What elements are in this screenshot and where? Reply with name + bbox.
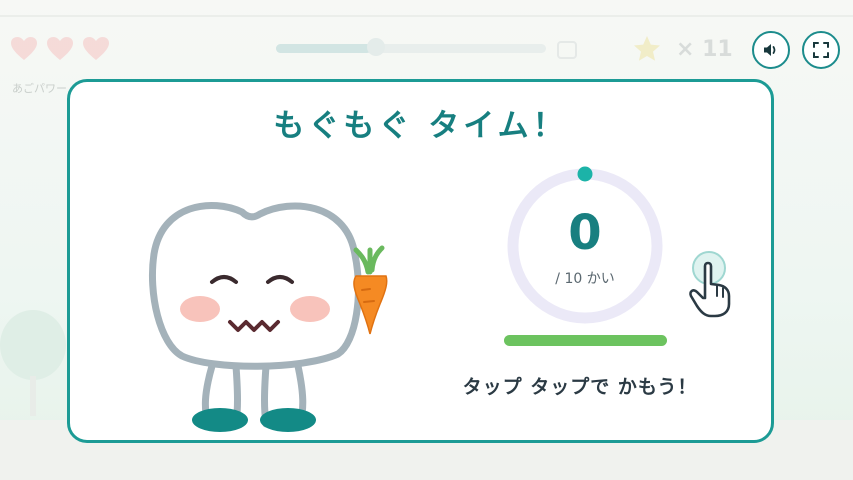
chew-time-modal: もぐもぐ タイム！ 0 / 10 かい タップ タップで かもう！	[67, 79, 774, 443]
energy-bar	[504, 335, 667, 346]
tooth-right-foot	[260, 408, 316, 432]
tooth-right-cheek	[290, 296, 330, 322]
chew-goal: / 10 かい	[555, 271, 615, 287]
star-count-value: × 11	[676, 36, 733, 62]
tooth-character	[148, 202, 388, 432]
tap-hand-icon[interactable]	[683, 250, 741, 320]
goal-flag-icon	[557, 41, 577, 59]
sound-button[interactable]	[752, 31, 790, 69]
heart-icon	[83, 37, 109, 60]
background-tree	[0, 310, 66, 380]
energy-bar-fill	[504, 335, 667, 346]
power-label: あごパワー	[12, 82, 67, 95]
chew-count: 0	[568, 205, 602, 261]
star-icon	[634, 36, 660, 61]
modal-title: もぐもぐ タイム！	[273, 108, 568, 144]
heart-icon	[11, 37, 37, 60]
lives-hearts	[10, 36, 110, 62]
level-progress-fill	[276, 44, 371, 53]
background-tree-trunk	[30, 376, 36, 416]
star-counter: × 11	[632, 34, 733, 64]
ring-progress-dot	[577, 166, 593, 182]
top-divider	[0, 15, 853, 17]
tooth-left-foot	[192, 408, 248, 432]
level-progress-bar	[276, 44, 546, 53]
fullscreen-icon	[813, 42, 829, 58]
tooth-left-cheek	[180, 296, 220, 322]
fullscreen-button[interactable]	[802, 31, 840, 69]
speaker-icon	[764, 44, 776, 56]
heart-icon	[47, 37, 73, 60]
progress-marker-icon	[367, 38, 385, 56]
tooth-body	[148, 202, 362, 370]
tap-instruction: タップ タップで かもう！	[462, 376, 698, 398]
